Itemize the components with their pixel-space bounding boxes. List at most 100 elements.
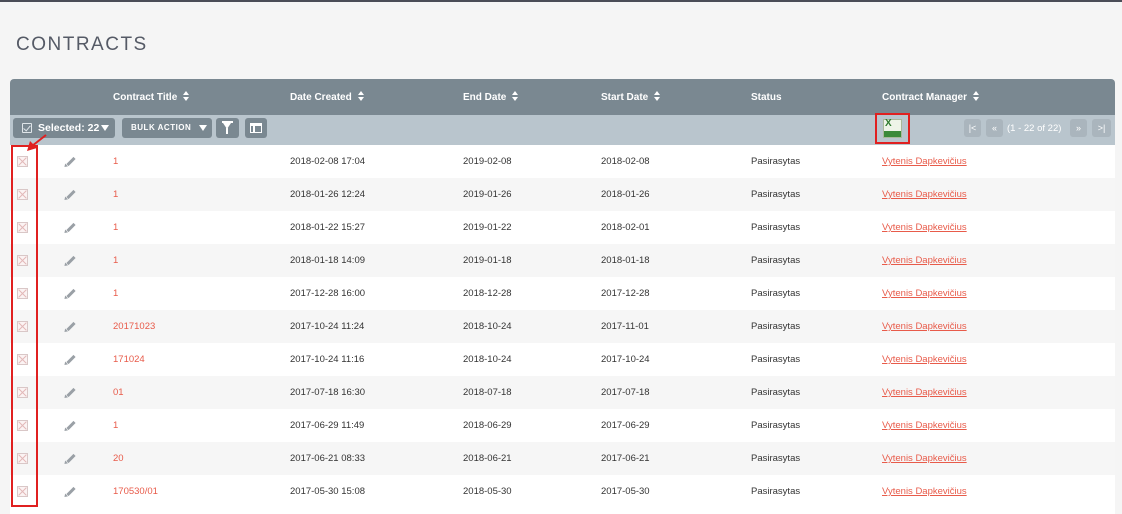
column-header-date-created[interactable]: Date Created (290, 79, 365, 115)
end-date-cell: 2018-05-30 (463, 486, 512, 497)
column-header-contract-manager[interactable]: Contract Manager (882, 79, 980, 115)
table-toolbar: Selected: 22 BULK ACTION |< « (1 - 22 of… (10, 115, 1115, 145)
contract-manager-link[interactable]: Vytenis Dapkevičius (882, 376, 967, 409)
column-chooser-button[interactable] (245, 118, 267, 138)
start-date-cell: 2017-06-21 (601, 453, 650, 464)
table-row: 171024 2017-10-24 11:16 2018-10-24 2017-10-… (10, 343, 1115, 376)
contract-manager-link[interactable]: Vytenis Dapkevičius (882, 310, 967, 343)
start-date-cell: 2017-07-18 (601, 387, 650, 398)
contract-title-link[interactable]: 1 (113, 178, 118, 211)
bulk-action-button[interactable]: BULK ACTION (122, 118, 212, 138)
contract-title-link[interactable]: 170530/01 (113, 475, 158, 508)
date-created-cell: 2018-01-22 15:27 (290, 222, 366, 233)
excel-export-icon[interactable]: X (883, 118, 902, 138)
contract-manager-link[interactable]: Vytenis Dapkevičius (882, 343, 967, 376)
date-created-cell: 2018-01-18 14:09 (290, 255, 366, 266)
contract-title-link[interactable]: 1 (113, 145, 118, 178)
start-date-cell: 2017-10-24 (601, 354, 650, 365)
sort-icon (973, 91, 980, 102)
column-header-start-date[interactable]: Start Date (601, 79, 661, 115)
column-header-contract-title[interactable]: Contract Title (113, 79, 190, 115)
status-cell: Pasirasytas (751, 156, 801, 167)
pencil-edit-icon[interactable] (63, 255, 76, 268)
checkbox-icon (22, 123, 32, 133)
pagination-prev-button[interactable]: « (986, 119, 1003, 137)
status-cell: Pasirasytas (751, 486, 801, 497)
status-cell: Pasirasytas (751, 354, 801, 365)
table-row: 1 2018-01-22 15:27 2019-01-22 2018-02-01 Pas… (10, 211, 1115, 244)
end-date-cell: 2018-10-24 (463, 354, 512, 365)
page-title: CONTRACTS (16, 34, 148, 55)
status-cell: Pasirasytas (751, 453, 801, 464)
contract-manager-link[interactable]: Vytenis Dapkevičius (882, 409, 967, 442)
date-created-cell: 2017-06-21 08:33 (290, 453, 366, 464)
pencil-edit-icon[interactable] (63, 453, 76, 466)
pencil-edit-icon[interactable] (63, 486, 76, 499)
table-row: 20171023 2017-10-24 11:24 2018-10-24 2017-1… (10, 310, 1115, 343)
status-cell: Pasirasytas (751, 189, 801, 200)
status-cell: Pasirasytas (751, 321, 801, 332)
start-date-cell: 2017-05-30 (601, 486, 650, 497)
pencil-edit-icon[interactable] (63, 321, 76, 334)
status-cell: Pasirasytas (751, 420, 801, 431)
top-border (0, 0, 1122, 2)
checkbox-column-highlight-box (11, 145, 38, 507)
contract-manager-link[interactable]: Vytenis Dapkevičius (882, 211, 967, 244)
column-header-end-date[interactable]: End Date (463, 79, 519, 115)
pencil-edit-icon[interactable] (63, 420, 76, 433)
status-cell: Pasirasytas (751, 222, 801, 233)
pencil-edit-icon[interactable] (63, 222, 76, 235)
column-label: Start Date (601, 92, 649, 103)
date-created-cell: 2017-06-29 11:49 (290, 420, 365, 431)
end-date-cell: 2018-07-18 (463, 387, 512, 398)
column-label: End Date (463, 92, 507, 103)
chevron-down-icon (101, 125, 109, 131)
sort-icon (512, 91, 519, 102)
contract-manager-link[interactable]: Vytenis Dapkevičius (882, 178, 967, 211)
columns-icon (250, 123, 262, 133)
contract-title-link[interactable]: 20 (113, 442, 124, 475)
pencil-edit-icon[interactable] (63, 189, 76, 202)
column-label: Date Created (290, 92, 352, 103)
pagination-next-button[interactable]: » (1070, 119, 1087, 137)
start-date-cell: 2018-01-26 (601, 189, 650, 200)
pencil-edit-icon[interactable] (63, 156, 76, 169)
pagination-last-button[interactable]: >| (1092, 119, 1111, 137)
filter-button[interactable] (216, 118, 239, 138)
filter-icon-funnel (223, 123, 231, 134)
sort-icon (357, 91, 365, 102)
contract-title-link[interactable]: 01 (113, 376, 124, 409)
contract-title-link[interactable]: 20171023 (113, 310, 155, 343)
table-row: 1 2017-06-29 11:49 2018-06-29 2017-06-29 Pas… (10, 409, 1115, 442)
pencil-edit-icon[interactable] (63, 288, 76, 301)
contract-title-link[interactable]: 1 (113, 277, 118, 310)
end-date-cell: 2018-06-29 (463, 420, 512, 431)
contract-title-link[interactable]: 1 (113, 409, 118, 442)
sort-icon (654, 91, 661, 102)
contract-title-link[interactable]: 1 (113, 244, 118, 277)
contract-manager-link[interactable]: Vytenis Dapkevičius (882, 244, 967, 277)
date-created-cell: 2018-02-08 17:04 (290, 156, 366, 167)
start-date-cell: 2018-02-08 (601, 156, 650, 167)
date-created-cell: 2017-10-24 11:24 (290, 321, 365, 332)
pencil-edit-icon[interactable] (63, 354, 76, 367)
contract-title-link[interactable]: 171024 (113, 343, 145, 376)
table-row: 20 2017-06-21 08:33 2018-06-21 2017-06-21 Pa… (10, 442, 1115, 475)
contract-manager-link[interactable]: Vytenis Dapkevičius (882, 475, 967, 508)
date-created-cell: 2017-07-18 16:30 (290, 387, 366, 398)
pagination-first-button[interactable]: |< (964, 119, 981, 137)
start-date-cell: 2017-12-28 (601, 288, 650, 299)
status-cell: Pasirasytas (751, 255, 801, 266)
contract-title-link[interactable]: 1 (113, 211, 118, 244)
end-date-cell: 2018-12-28 (463, 288, 512, 299)
pencil-edit-icon[interactable] (63, 387, 76, 400)
table-row: 170530/01 2017-05-30 15:08 2018-05-30 2017-… (10, 475, 1115, 508)
contract-manager-link[interactable]: Vytenis Dapkevičius (882, 442, 967, 475)
contract-manager-link[interactable]: Vytenis Dapkevičius (882, 145, 967, 178)
bulk-action-label: BULK ACTION (131, 123, 192, 132)
contract-manager-link[interactable]: Vytenis Dapkevičius (882, 277, 967, 310)
start-date-cell: 2017-11-01 (601, 321, 649, 332)
contracts-table: Contract Title Date Created End Date Sta… (10, 79, 1115, 514)
pagination-info: (1 - 22 of 22) (1007, 123, 1062, 134)
column-label: Contract Manager (882, 92, 968, 103)
